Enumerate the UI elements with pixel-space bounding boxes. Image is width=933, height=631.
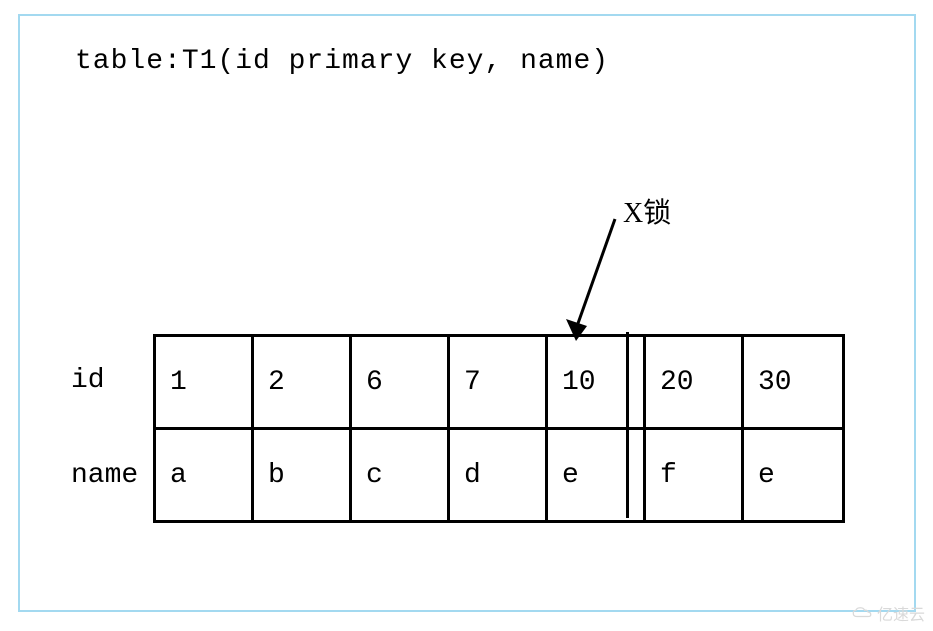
row-label-id: id	[63, 334, 153, 427]
cell-id-1: 2	[254, 337, 352, 427]
cell-id-0: 1	[156, 337, 254, 427]
cell-id-4: 10	[548, 337, 646, 427]
cell-name-0: a	[156, 430, 254, 520]
row-label-name: name	[63, 427, 153, 523]
watermark-text: 亿速云	[877, 601, 925, 625]
cell-id-2: 6	[352, 337, 450, 427]
cell-name-5: f	[646, 430, 744, 520]
name-cells: a b c d e f e	[153, 427, 845, 523]
cell-name-2: c	[352, 430, 450, 520]
arrow-icon	[560, 211, 640, 351]
lock-divider	[626, 332, 629, 518]
cell-name-3: d	[450, 430, 548, 520]
cell-name-1: b	[254, 430, 352, 520]
data-table: id 1 2 6 7 10 20 30 name a b c d e f e	[63, 334, 845, 523]
watermark: 亿速云	[851, 601, 925, 625]
diagram-frame: table:T1(id primary key, name) X锁 id 1 2…	[18, 14, 916, 612]
cell-id-3: 7	[450, 337, 548, 427]
id-cells: 1 2 6 7 10 20 30	[153, 334, 845, 427]
cell-name-4: e	[548, 430, 646, 520]
cell-name-6: e	[744, 430, 842, 520]
table-row-id: id 1 2 6 7 10 20 30	[63, 334, 845, 427]
cell-id-5: 20	[646, 337, 744, 427]
cell-id-6: 30	[744, 337, 842, 427]
diagram-title: table:T1(id primary key, name)	[75, 46, 609, 77]
table-row-name: name a b c d e f e	[63, 427, 845, 523]
cloud-icon	[851, 606, 873, 620]
